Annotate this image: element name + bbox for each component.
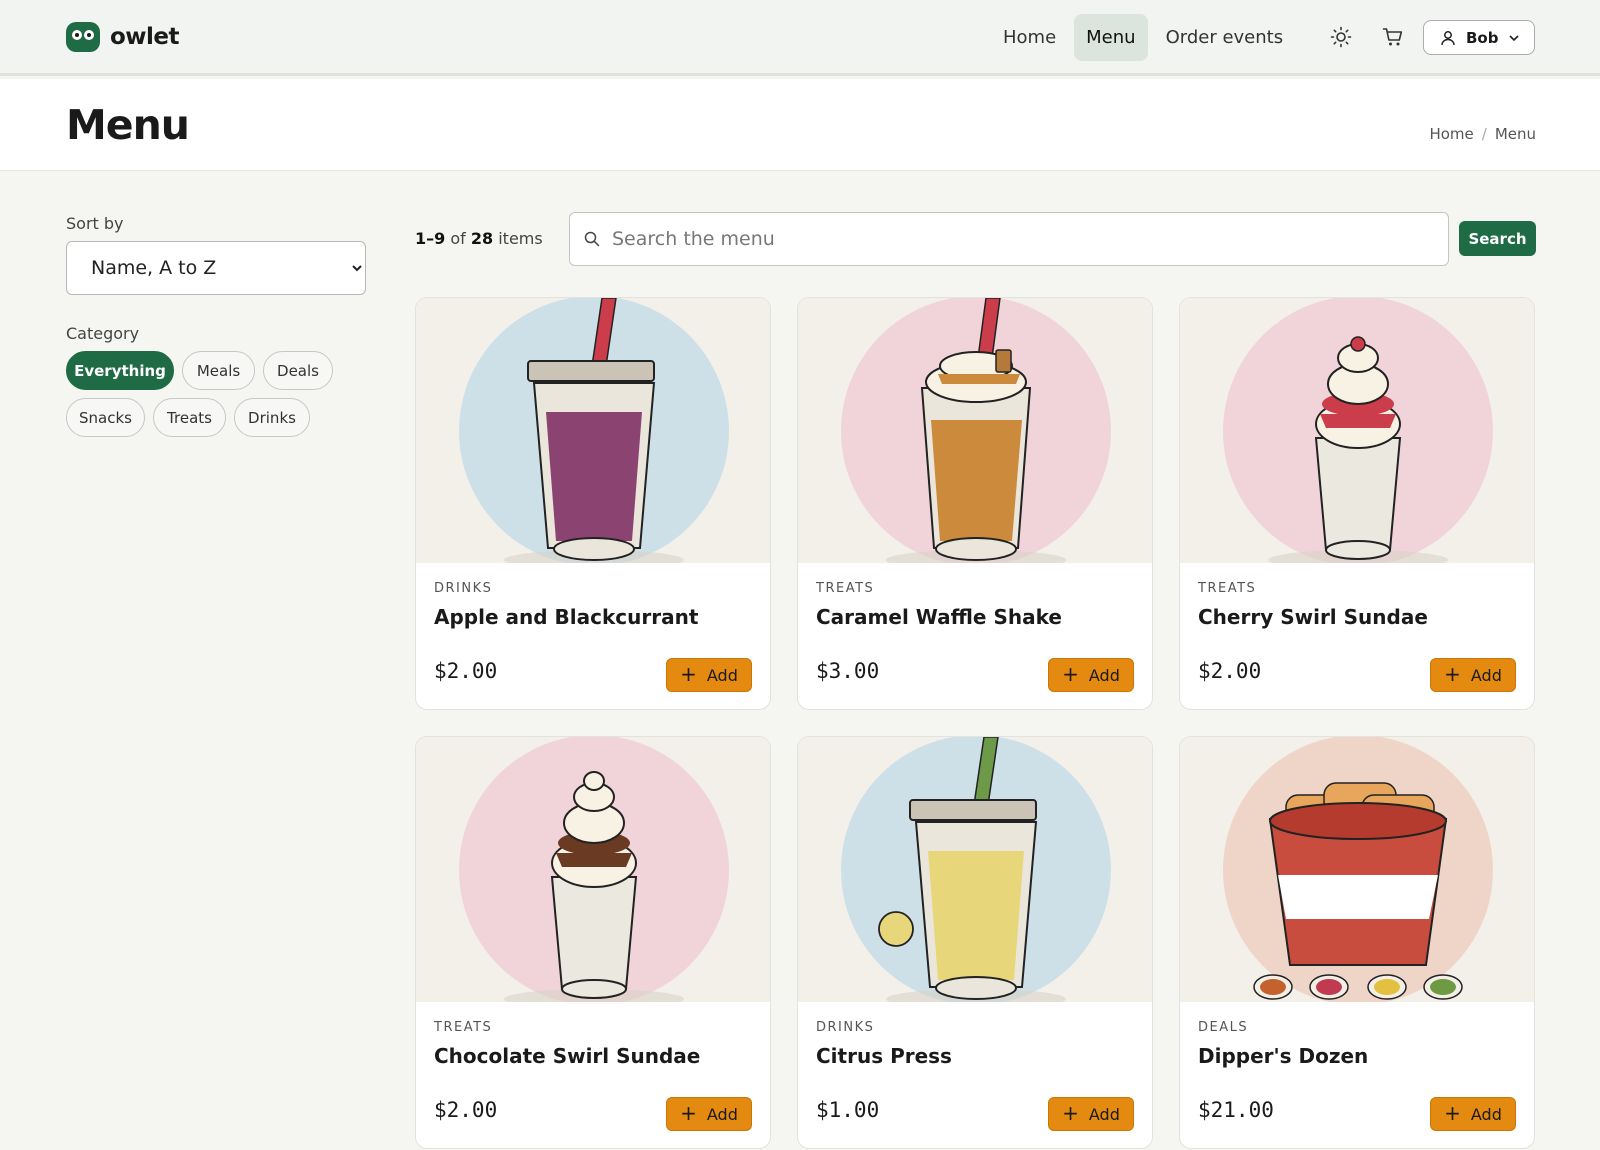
plus-icon: +	[680, 662, 697, 686]
result-of: of	[450, 229, 466, 248]
add-to-cart-button[interactable]: + Add	[1430, 658, 1516, 692]
owl-logo-icon	[66, 22, 100, 52]
menu-item-card[interactable]: TREATS Caramel Waffle Shake $3.00 + Add	[797, 297, 1153, 710]
menu-item-name[interactable]: Dipper's Dozen	[1198, 1044, 1368, 1068]
menu-item-image[interactable]	[416, 298, 770, 563]
category-chip-meals[interactable]: Meals	[182, 351, 255, 390]
menu-item-name[interactable]: Citrus Press	[816, 1044, 952, 1068]
search-icon	[584, 231, 600, 247]
menu-item-name[interactable]: Chocolate Swirl Sundae	[434, 1044, 700, 1068]
result-total: 28	[470, 229, 494, 248]
menu-item-price: $1.00	[816, 1098, 880, 1122]
plus-icon: +	[1444, 662, 1461, 686]
category-chip-everything[interactable]: Everything	[66, 351, 174, 390]
breadcrumb-separator: /	[1481, 125, 1487, 143]
add-to-cart-button[interactable]: + Add	[666, 1097, 752, 1131]
menu-item-card[interactable]: DRINKS Citrus Press $1.00 + Add	[797, 736, 1153, 1149]
menu-item-price: $3.00	[816, 659, 880, 683]
category-chip-snacks[interactable]: Snacks	[66, 398, 145, 437]
brand-name: owlet	[110, 24, 180, 50]
nav-order-events[interactable]: Order events	[1154, 14, 1296, 61]
breadcrumb: Home / Menu	[1429, 125, 1536, 143]
menu-item-card[interactable]: DRINKS Apple and Blackcurrant $2.00 + Ad…	[415, 297, 771, 710]
menu-item-name[interactable]: Apple and Blackcurrant	[434, 605, 698, 629]
top-navbar: owlet Home Menu Order events Bob	[0, 0, 1600, 76]
chevron-down-icon	[1509, 34, 1520, 41]
menu-item-price: $21.00	[1198, 1098, 1274, 1122]
search-input[interactable]	[612, 228, 1412, 250]
add-button-label: Add	[706, 1104, 738, 1124]
nav-home[interactable]: Home	[991, 14, 1068, 61]
menu-item-name[interactable]: Cherry Swirl Sundae	[1198, 605, 1428, 629]
nav-menu[interactable]: Menu	[1074, 14, 1148, 61]
add-to-cart-button[interactable]: + Add	[1048, 658, 1134, 692]
add-button-label: Add	[1088, 665, 1120, 685]
search-button[interactable]: Search	[1459, 221, 1536, 256]
brand-logo[interactable]: owlet	[66, 22, 180, 52]
menu-item-category: DRINKS	[816, 1020, 875, 1035]
menu-item-image[interactable]	[1180, 737, 1534, 1002]
breadcrumb-home[interactable]: Home	[1429, 125, 1473, 143]
menu-item-image[interactable]	[798, 737, 1152, 1002]
menu-item-price: $2.00	[434, 659, 498, 683]
category-label: Category	[66, 324, 140, 343]
category-chip-deals[interactable]: Deals	[263, 351, 333, 390]
cart-icon[interactable]	[1380, 24, 1406, 50]
plus-icon: +	[1062, 662, 1079, 686]
user-menu-button[interactable]: Bob	[1423, 20, 1535, 55]
category-chip-drinks[interactable]: Drinks	[234, 398, 310, 437]
page-title: Menu	[66, 101, 190, 149]
add-to-cart-button[interactable]: + Add	[1430, 1097, 1516, 1131]
menu-item-category: DEALS	[1198, 1020, 1249, 1035]
user-icon	[1441, 30, 1455, 45]
result-range: 1–9	[415, 229, 446, 248]
theme-toggle-sun-icon[interactable]	[1328, 24, 1354, 50]
add-to-cart-button[interactable]: + Add	[666, 658, 752, 692]
result-count: 1–9 of 28 items	[415, 229, 543, 248]
menu-item-card[interactable]: TREATS Chocolate Swirl Sundae $2.00 + Ad…	[415, 736, 771, 1149]
add-button-label: Add	[1470, 1104, 1502, 1124]
page-header: Menu Home / Menu	[0, 79, 1600, 171]
plus-icon: +	[680, 1101, 697, 1125]
breadcrumb-current: Menu	[1494, 125, 1536, 143]
menu-item-category: TREATS	[816, 581, 875, 596]
plus-icon: +	[1062, 1101, 1079, 1125]
menu-item-image[interactable]	[416, 737, 770, 1002]
result-unit: items	[498, 229, 543, 248]
add-button-label: Add	[706, 665, 738, 685]
menu-item-image[interactable]	[798, 298, 1152, 563]
menu-item-name[interactable]: Caramel Waffle Shake	[816, 605, 1062, 629]
sort-label: Sort by	[66, 214, 124, 233]
search-field[interactable]	[569, 212, 1449, 266]
sort-select[interactable]: Name, A to Z	[66, 241, 366, 295]
user-name: Bob	[1466, 28, 1499, 47]
add-button-label: Add	[1088, 1104, 1120, 1124]
menu-item-price: $2.00	[1198, 659, 1262, 683]
menu-item-card[interactable]: DEALS Dipper's Dozen $21.00 + Add	[1179, 736, 1535, 1149]
menu-item-image[interactable]	[1180, 298, 1534, 563]
menu-item-category: DRINKS	[434, 581, 493, 596]
menu-item-category: TREATS	[1198, 581, 1257, 596]
plus-icon: +	[1444, 1101, 1461, 1125]
category-chip-treats[interactable]: Treats	[153, 398, 226, 437]
add-button-label: Add	[1470, 665, 1502, 685]
menu-item-price: $2.00	[434, 1098, 498, 1122]
menu-item-category: TREATS	[434, 1020, 493, 1035]
main-nav: Home Menu Order events	[991, 14, 1301, 61]
add-to-cart-button[interactable]: + Add	[1048, 1097, 1134, 1131]
menu-item-card[interactable]: TREATS Cherry Swirl Sundae $2.00 + Add	[1179, 297, 1535, 710]
